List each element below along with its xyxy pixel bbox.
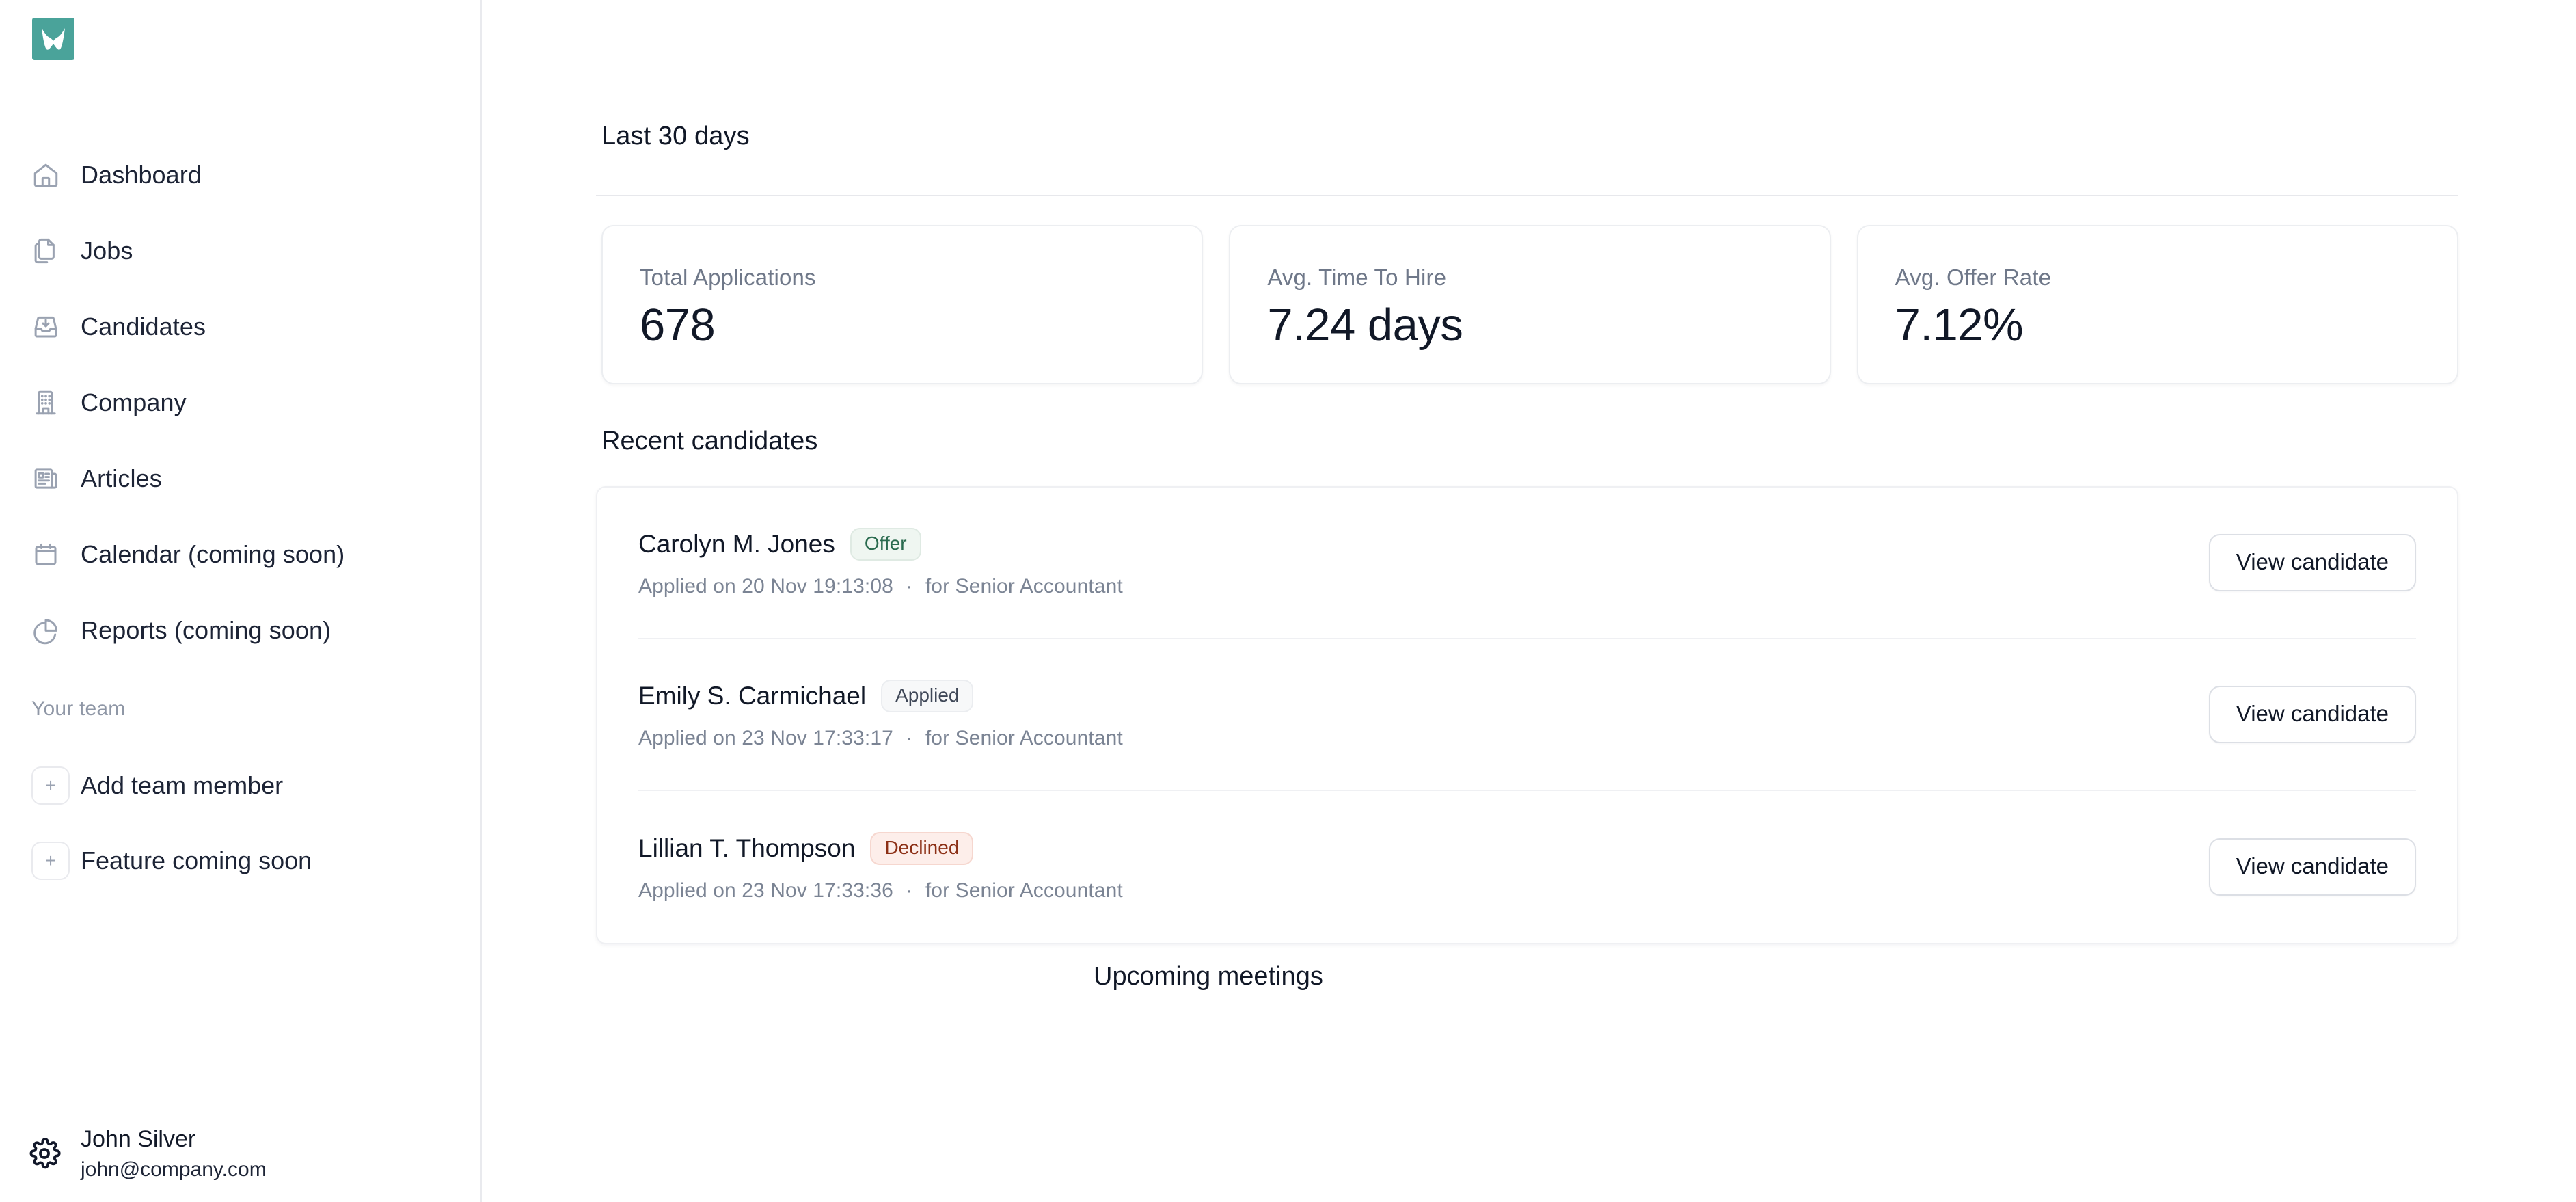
sidebar-item-label: Calendar (coming soon): [81, 539, 345, 568]
sidebar-item-calendar[interactable]: Calendar (coming soon): [0, 516, 482, 592]
sidebar-nav: Dashboard Jobs Candidates Company Articl…: [0, 137, 482, 668]
sidebar-item-label: Company: [81, 388, 187, 416]
sidebar: Dashboard Jobs Candidates Company Articl…: [0, 0, 482, 1202]
newspaper-icon: [31, 464, 71, 493]
table-row[interactable]: Emily S. Carmichael Applied Applied on 2…: [638, 639, 2416, 791]
candidate-name-line: Carolyn M. Jones Offer: [638, 527, 1123, 561]
status-badge: Declined: [870, 831, 974, 865]
candidate-applied-date: Applied on 23 Nov 17:33:36: [638, 879, 893, 902]
plus-icon: +: [31, 766, 70, 805]
plus-icon: +: [31, 842, 70, 880]
candidate-name: Emily S. Carmichael: [638, 681, 867, 710]
sidebar-item-label: Reports (coming soon): [81, 615, 331, 644]
stat-label: Avg. Time To Hire: [1267, 265, 1447, 290]
candidate-info: Emily S. Carmichael Applied Applied on 2…: [638, 679, 1123, 750]
sidebar-item-articles[interactable]: Articles: [0, 440, 482, 516]
meta-separator: ·: [906, 574, 913, 598]
recent-candidates-title: Recent candidates: [601, 427, 818, 455]
stat-card-total-applications: Total Applications 678: [601, 225, 1204, 384]
building-icon: [31, 388, 71, 417]
home-icon: [31, 161, 71, 189]
team-feature-coming-soon[interactable]: + Feature coming soon: [0, 823, 482, 898]
team-item-label: Feature coming soon: [81, 846, 312, 874]
pie-chart-icon: [31, 616, 71, 645]
recent-candidates-card: Carolyn M. Jones Offer Applied on 20 Nov…: [596, 486, 2458, 944]
brand-logo[interactable]: [32, 18, 74, 60]
stat-card-avg-time-to-hire: Avg. Time To Hire 7.24 days: [1229, 225, 1831, 384]
team-section: Your team + Add team member + Feature co…: [0, 697, 482, 898]
candidate-name: Carolyn M. Jones: [638, 529, 835, 558]
inbox-download-icon: [31, 312, 71, 341]
team-section-heading: Your team: [31, 697, 126, 720]
upcoming-meetings-title: Upcoming meetings: [1094, 962, 1323, 991]
sidebar-item-label: Candidates: [81, 312, 206, 340]
sidebar-item-label: Jobs: [81, 236, 133, 265]
add-team-member-button[interactable]: + Add team member: [0, 748, 482, 823]
app-root: Dashboard Jobs Candidates Company Articl…: [0, 0, 2576, 1202]
view-candidate-button[interactable]: View candidate: [2208, 686, 2416, 743]
candidate-role: for Senior Accountant: [925, 726, 1123, 749]
view-candidate-button[interactable]: View candidate: [2208, 838, 2416, 896]
candidate-meta: Applied on 23 Nov 17:33:17 · for Senior …: [638, 727, 1123, 750]
candidate-role: for Senior Accountant: [925, 574, 1123, 598]
header-divider: [596, 195, 2458, 196]
candidate-role: for Senior Accountant: [925, 879, 1123, 902]
stats-row: Total Applications 678 Avg. Time To Hire…: [601, 225, 2458, 384]
stat-value: 7.24 days: [1267, 299, 1463, 351]
page-title: Last 30 days: [601, 122, 750, 150]
meta-separator: ·: [906, 726, 913, 749]
documents-icon: [31, 237, 71, 265]
sidebar-item-label: Articles: [81, 464, 162, 492]
main-content: Last 30 days Total Applications 678 Avg.…: [482, 0, 2576, 1202]
sidebar-item-reports[interactable]: Reports (coming soon): [0, 592, 482, 668]
candidate-applied-date: Applied on 23 Nov 17:33:17: [638, 726, 893, 749]
view-candidate-button[interactable]: View candidate: [2208, 534, 2416, 591]
candidate-meta: Applied on 23 Nov 17:33:36 · for Senior …: [638, 879, 1123, 903]
candidate-name: Lillian T. Thompson: [638, 833, 856, 862]
team-item-label: Add team member: [81, 771, 284, 799]
table-row[interactable]: Carolyn M. Jones Offer Applied on 20 Nov…: [638, 488, 2416, 639]
sidebar-item-jobs[interactable]: Jobs: [0, 213, 482, 289]
user-profile[interactable]: John Silver john@company.com: [0, 1125, 482, 1184]
candidate-name-line: Lillian T. Thompson Declined: [638, 831, 1123, 865]
stat-value: 7.12%: [1895, 299, 2024, 351]
butterfly-logo-icon: [32, 18, 74, 60]
profile-email: john@company.com: [81, 1158, 267, 1181]
sidebar-item-label: Dashboard: [81, 160, 202, 189]
gear-icon[interactable]: [27, 1136, 70, 1171]
sidebar-item-dashboard[interactable]: Dashboard: [0, 137, 482, 213]
profile-text: John Silver john@company.com: [81, 1125, 267, 1184]
stat-card-avg-offer-rate: Avg. Offer Rate 7.12%: [1856, 225, 2458, 384]
stat-label: Avg. Offer Rate: [1895, 265, 2052, 290]
status-badge: Offer: [850, 527, 921, 561]
stat-value: 678: [640, 299, 716, 351]
status-badge: Applied: [881, 679, 974, 712]
candidate-applied-date: Applied on 20 Nov 19:13:08: [638, 574, 893, 598]
candidate-info: Lillian T. Thompson Declined Applied on …: [638, 831, 1123, 903]
profile-name: John Silver: [81, 1125, 196, 1152]
candidate-name-line: Emily S. Carmichael Applied: [638, 679, 1123, 712]
candidate-meta: Applied on 20 Nov 19:13:08 · for Senior …: [638, 575, 1123, 598]
calendar-icon: [31, 540, 71, 569]
stat-label: Total Applications: [640, 265, 816, 290]
meta-separator: ·: [906, 879, 913, 902]
table-row[interactable]: Lillian T. Thompson Declined Applied on …: [638, 791, 2416, 943]
sidebar-item-candidates[interactable]: Candidates: [0, 289, 482, 364]
candidate-info: Carolyn M. Jones Offer Applied on 20 Nov…: [638, 527, 1123, 598]
sidebar-item-company[interactable]: Company: [0, 364, 482, 440]
